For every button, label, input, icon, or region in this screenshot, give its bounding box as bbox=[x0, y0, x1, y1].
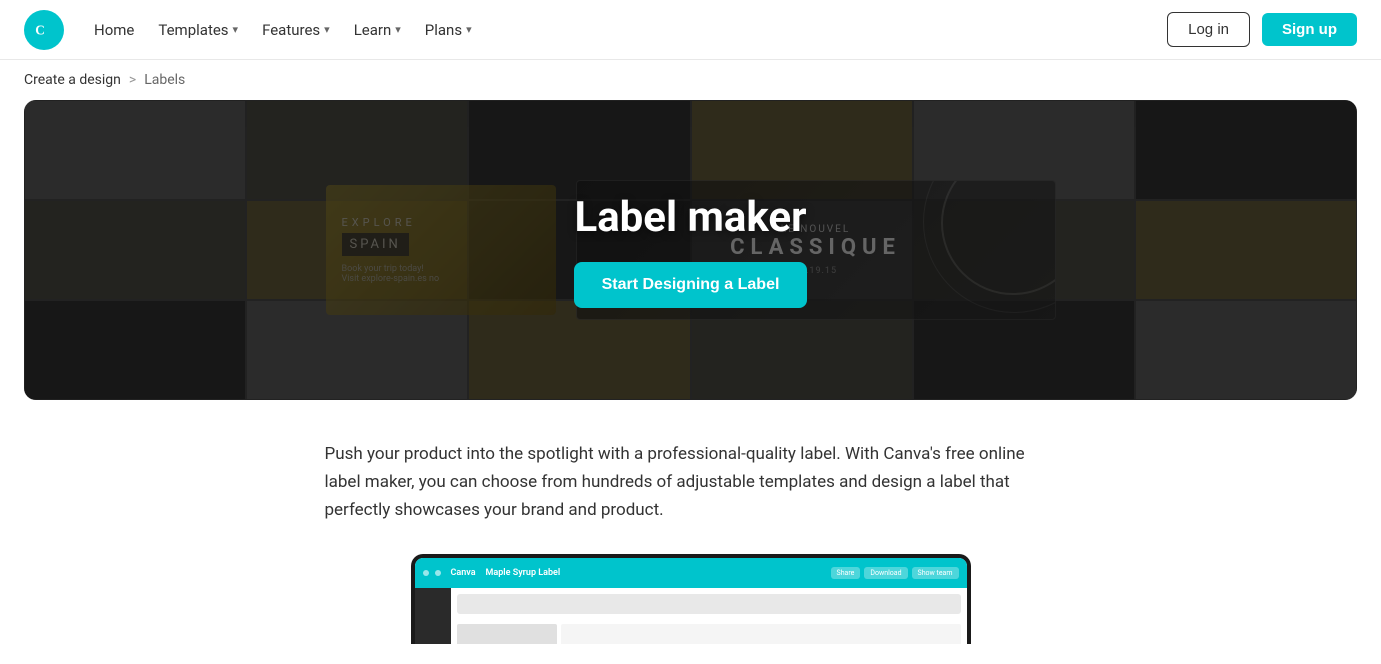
description-text: Push your product into the spotlight wit… bbox=[325, 440, 1057, 524]
device-content bbox=[415, 588, 967, 644]
device-show-team-btn[interactable]: Show team bbox=[912, 567, 959, 579]
device-frame: Canva Maple Syrup Label Share Download S… bbox=[411, 554, 971, 644]
navbar: C Home Templates ▾ Features ▾ Learn ▾ Pl… bbox=[0, 0, 1381, 60]
signup-button[interactable]: Sign up bbox=[1262, 13, 1357, 46]
device-top-bar: Canva Maple Syrup Label Share Download S… bbox=[415, 558, 967, 588]
device-panel-left bbox=[457, 624, 557, 644]
hero-content: Label maker Start Designing a Label bbox=[24, 100, 1357, 400]
canva-logo[interactable]: C bbox=[24, 10, 64, 50]
device-panels bbox=[451, 620, 967, 644]
learn-chevron-icon: ▾ bbox=[395, 23, 401, 36]
plans-chevron-icon: ▾ bbox=[466, 23, 472, 36]
device-download-btn[interactable]: Download bbox=[864, 567, 907, 579]
device-sidebar bbox=[415, 588, 451, 644]
device-canva-label: Canva bbox=[451, 568, 476, 578]
device-search-bar bbox=[457, 594, 961, 614]
device-top-actions: Share Download Show team bbox=[831, 567, 959, 579]
nav-home[interactable]: Home bbox=[84, 13, 144, 47]
device-dot-1 bbox=[423, 570, 429, 576]
nav-features[interactable]: Features ▾ bbox=[252, 13, 340, 47]
start-designing-button[interactable]: Start Designing a Label bbox=[574, 262, 808, 308]
description-section: Push your product into the spotlight wit… bbox=[301, 440, 1081, 524]
breadcrumb-current: Labels bbox=[144, 72, 185, 88]
device-preview-section: Canva Maple Syrup Label Share Download S… bbox=[0, 554, 1381, 644]
features-chevron-icon: ▾ bbox=[324, 23, 330, 36]
templates-chevron-icon: ▾ bbox=[233, 23, 239, 36]
nav-learn[interactable]: Learn ▾ bbox=[344, 13, 411, 47]
nav-templates[interactable]: Templates ▾ bbox=[148, 13, 248, 47]
hero-section: EXPLORE SPAIN Book your trip today! Visi… bbox=[24, 100, 1357, 400]
nav-links: Home Templates ▾ Features ▾ Learn ▾ Plan… bbox=[84, 13, 1167, 47]
breadcrumb-parent-link[interactable]: Create a design bbox=[24, 72, 121, 88]
nav-actions: Log in Sign up bbox=[1167, 12, 1357, 47]
device-share-btn[interactable]: Share bbox=[831, 567, 861, 579]
device-dot-2 bbox=[435, 570, 441, 576]
nav-plans[interactable]: Plans ▾ bbox=[415, 13, 482, 47]
device-main bbox=[451, 588, 967, 644]
breadcrumb-separator: > bbox=[129, 72, 136, 88]
device-screen: Canva Maple Syrup Label Share Download S… bbox=[415, 558, 967, 644]
device-title: Maple Syrup Label bbox=[486, 568, 561, 578]
device-panel-right bbox=[561, 624, 961, 644]
svg-text:C: C bbox=[35, 22, 45, 37]
login-button[interactable]: Log in bbox=[1167, 12, 1250, 47]
hero-title: Label maker bbox=[574, 193, 806, 242]
breadcrumb: Create a design > Labels bbox=[0, 60, 1381, 100]
